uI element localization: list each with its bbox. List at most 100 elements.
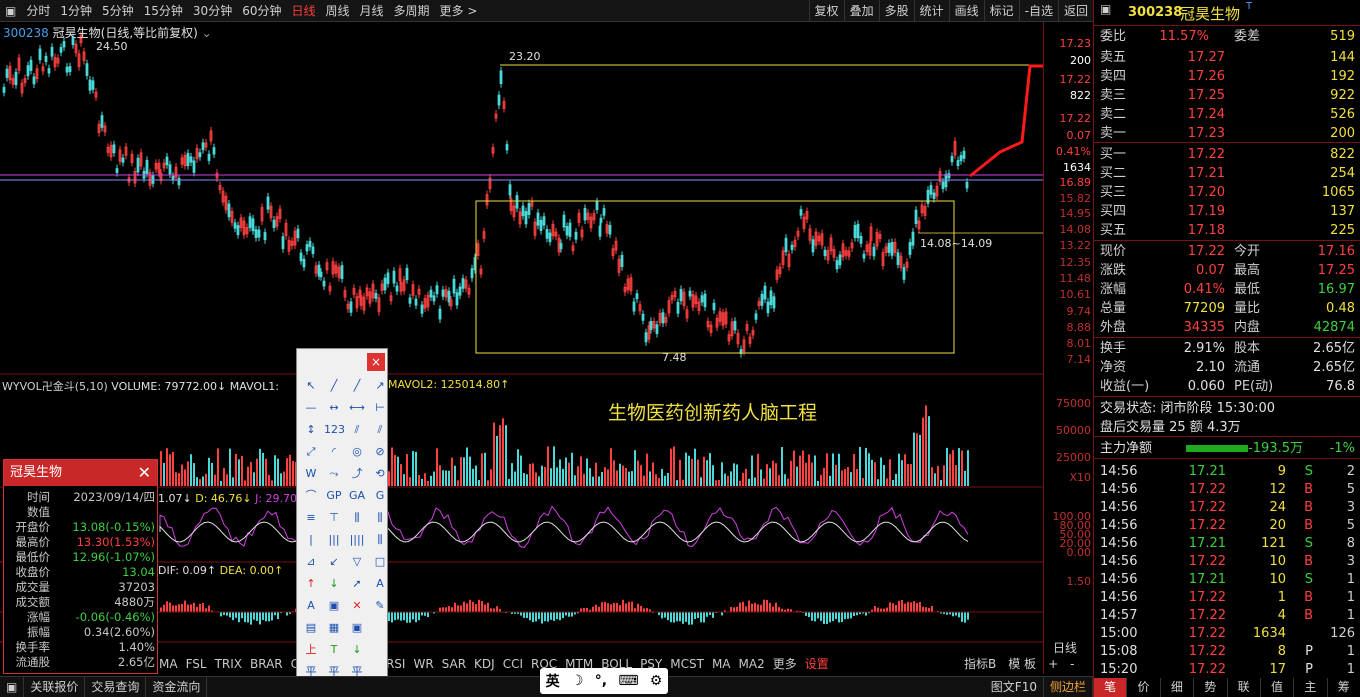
drawing-tool-icon[interactable]: G bbox=[370, 487, 390, 505]
period-tab[interactable]: 日线 bbox=[286, 0, 320, 22]
drawing-tool-icon[interactable]: ↗ bbox=[370, 377, 390, 395]
related-quote-button[interactable]: 关联报价 bbox=[24, 677, 86, 697]
drawing-tool-icon[interactable]: ⤢ bbox=[301, 443, 321, 461]
drawing-tool-icon[interactable]: ▣ bbox=[324, 597, 344, 615]
indicator-tab[interactable]: 设置 bbox=[801, 655, 833, 673]
tool-button[interactable]: 多股 bbox=[878, 0, 914, 22]
period-tab[interactable]: 分时 bbox=[21, 0, 55, 22]
template-tab[interactable]: - bbox=[1064, 655, 1080, 673]
drawing-tool-icon[interactable]: ⟲ bbox=[370, 465, 390, 483]
period-tab[interactable]: 更多 > bbox=[435, 0, 483, 22]
drawing-tool-icon[interactable]: □ bbox=[370, 553, 390, 571]
drawing-tool-icon[interactable]: ⤴ bbox=[347, 465, 367, 483]
drawing-tool-icon[interactable]: ⌒ bbox=[301, 487, 321, 505]
tool-button[interactable]: 复权 bbox=[808, 0, 844, 22]
period-tab[interactable]: 多周期 bbox=[389, 0, 435, 22]
drawing-tool-icon[interactable]: A bbox=[370, 575, 390, 593]
drawing-tool-icon[interactable]: ✕ bbox=[347, 597, 367, 615]
drawing-tool-icon[interactable]: ↑ bbox=[301, 575, 321, 593]
ime-icon[interactable]: ⚙ bbox=[650, 673, 663, 689]
ime-toolbar[interactable]: 英 ☽ °, ⌨ ⚙ bbox=[540, 668, 668, 694]
drawing-tool-icon[interactable]: ⤳ bbox=[324, 465, 344, 483]
period-tab[interactable]: 5分钟 bbox=[97, 0, 139, 22]
quote-tab[interactable]: 势 bbox=[1194, 678, 1228, 697]
template-tab[interactable]: 模 板 bbox=[1002, 655, 1042, 673]
drawing-tool-icon[interactable]: ◎ bbox=[347, 443, 367, 461]
drawing-tool-icon[interactable] bbox=[370, 619, 390, 637]
drawing-tool-icon[interactable]: 123 bbox=[324, 421, 345, 439]
panel-icon[interactable]: ▣ bbox=[1100, 2, 1111, 16]
drawing-tool-icon[interactable]: ▽ bbox=[347, 553, 367, 571]
drawing-tool-icon[interactable]: ↖ bbox=[301, 377, 321, 395]
drawing-tool-icon[interactable]: ↓ bbox=[347, 641, 367, 659]
tool-button[interactable]: -自选 bbox=[1018, 0, 1058, 22]
quote-tab[interactable]: 价 bbox=[1127, 678, 1161, 697]
template-tab[interactable]: 指标B bbox=[958, 655, 1002, 673]
drawing-tool-icon[interactable]: ||| bbox=[324, 531, 344, 549]
chevron-down-icon[interactable]: ⌄ bbox=[202, 26, 212, 40]
drawing-tool-icon[interactable]: ╱ bbox=[324, 377, 344, 395]
indicator-tab[interactable]: FSL bbox=[182, 655, 211, 673]
drawing-tool-icon[interactable]: | bbox=[301, 531, 321, 549]
drawing-tool-icon[interactable]: ⫼ bbox=[370, 531, 390, 549]
drawing-tool-icon[interactable]: 上 bbox=[301, 641, 321, 659]
drawing-tool-icon[interactable]: ╱ bbox=[347, 377, 367, 395]
drawing-tool-icon[interactable]: ⊘ bbox=[370, 443, 390, 461]
period-tab[interactable]: 月线 bbox=[355, 0, 389, 22]
indicator-tab[interactable]: TRIX bbox=[211, 655, 246, 673]
drawing-tool-icon[interactable]: ⊢ bbox=[370, 399, 390, 417]
drawing-tool-icon[interactable]: ≡ bbox=[301, 509, 321, 527]
period-tab[interactable]: 1分钟 bbox=[55, 0, 97, 22]
indicator-tab[interactable]: CCI bbox=[499, 655, 527, 673]
drawing-tool-icon[interactable]: W bbox=[301, 465, 321, 483]
ime-icon[interactable]: 英 bbox=[546, 671, 560, 691]
menu-icon[interactable]: ▣ bbox=[0, 677, 25, 697]
indicator-tab[interactable]: BRAR bbox=[246, 655, 287, 673]
drawing-tool-icon[interactable]: ⊤ bbox=[324, 509, 344, 527]
quote-tab[interactable]: 笔 bbox=[1094, 678, 1128, 697]
data-window-popup[interactable]: 冠昊生物 ✕ 时间 2023/09/14/四 数值 开盘价 13.08(-0.15%) 最… bbox=[3, 459, 158, 674]
period-tab[interactable]: 15分钟 bbox=[139, 0, 188, 22]
period-tab[interactable]: 周线 bbox=[321, 0, 355, 22]
drawing-tool-icon[interactable]: T bbox=[324, 641, 344, 659]
quote-tab[interactable]: 主 bbox=[1294, 678, 1328, 697]
drawing-tool-icon[interactable]: ⫼ bbox=[347, 509, 367, 527]
drawing-tool-icon[interactable]: ↓ bbox=[324, 575, 344, 593]
drawing-tool-icon[interactable]: ↕ bbox=[301, 421, 321, 439]
drawing-tool-icon[interactable]: ⊿ bbox=[301, 553, 321, 571]
drawing-tool-icon[interactable]: A bbox=[301, 597, 321, 615]
drawing-tool-icon[interactable]: ↔ bbox=[324, 399, 344, 417]
indicator-tab[interactable]: SAR bbox=[438, 655, 470, 673]
drawing-tool-icon[interactable] bbox=[370, 641, 390, 659]
tool-button[interactable]: 标记 bbox=[983, 0, 1019, 22]
indicator-tab[interactable]: MA bbox=[708, 655, 735, 673]
drawing-tool-icon[interactable]: GA bbox=[347, 487, 367, 505]
drawing-tool-icon[interactable]: ⫽ bbox=[370, 421, 390, 439]
drawing-tool-icon[interactable]: ⟷ bbox=[347, 399, 367, 417]
drawing-tool-icon[interactable]: ↙ bbox=[324, 553, 344, 571]
drawing-tool-icon[interactable]: GP bbox=[324, 487, 344, 505]
ime-icon[interactable]: °, bbox=[595, 673, 607, 689]
drawing-tool-icon[interactable]: ⫼ bbox=[370, 509, 390, 527]
indicator-tab[interactable]: MA2 bbox=[735, 655, 769, 673]
menu-icon[interactable]: ▣ bbox=[0, 0, 21, 22]
drawing-tool-icon[interactable]: |||| bbox=[347, 531, 367, 549]
tool-button[interactable]: 画线 bbox=[948, 0, 984, 22]
indicator-tab[interactable]: 更多 bbox=[769, 655, 801, 673]
trade-query-button[interactable]: 交易查询 bbox=[85, 677, 147, 697]
drawing-tool-icon[interactable]: ◜ bbox=[324, 443, 344, 461]
ime-icon[interactable]: ⌨ bbox=[618, 673, 638, 689]
indicator-tab[interactable]: MCST bbox=[666, 655, 708, 673]
drawing-tool-icon[interactable]: ✎ bbox=[370, 597, 390, 615]
quote-tab[interactable]: 细 bbox=[1161, 678, 1195, 697]
tool-button[interactable]: 统计 bbox=[913, 0, 949, 22]
quote-tab[interactable]: 值 bbox=[1261, 678, 1295, 697]
drawing-tool-icon[interactable]: ▦ bbox=[324, 619, 344, 637]
ime-icon[interactable]: ☽ bbox=[571, 673, 584, 689]
drawing-tool-icon[interactable]: ▤ bbox=[301, 619, 321, 637]
tool-button[interactable]: 叠加 bbox=[843, 0, 879, 22]
close-icon[interactable]: ✕ bbox=[138, 460, 151, 486]
drawing-tool-icon[interactable]: — bbox=[301, 399, 321, 417]
period-tab[interactable]: 60分钟 bbox=[237, 0, 286, 22]
drawing-tool-icon[interactable]: ➚ bbox=[347, 575, 367, 593]
